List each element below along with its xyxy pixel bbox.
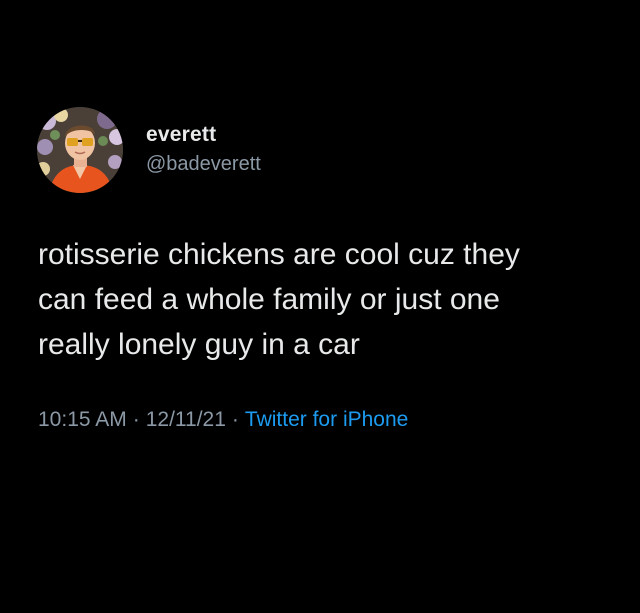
tweet-metadata: 10:15 AM · 12/11/21 · Twitter for iPhone [38,405,408,435]
tweet-time[interactable]: 10:15 AM [38,408,127,431]
tweet-card: everett @badeverett rotisserie chickens … [0,0,640,613]
tweet-author[interactable]: everett @badeverett [37,107,261,193]
tweet-text: rotisserie chickens are cool cuz they ca… [38,238,520,361]
tweet-source-link[interactable]: Twitter for iPhone [245,408,408,431]
author-names: everett @badeverett [146,122,261,178]
username-handle[interactable]: @badeverett [146,150,261,178]
separator-dot: · [132,408,140,431]
display-name[interactable]: everett [146,122,261,148]
avatar[interactable] [37,107,123,193]
profile-photo-icon [37,107,123,193]
separator-dot: · [231,408,239,431]
tweet-date[interactable]: 12/11/21 [146,408,226,431]
